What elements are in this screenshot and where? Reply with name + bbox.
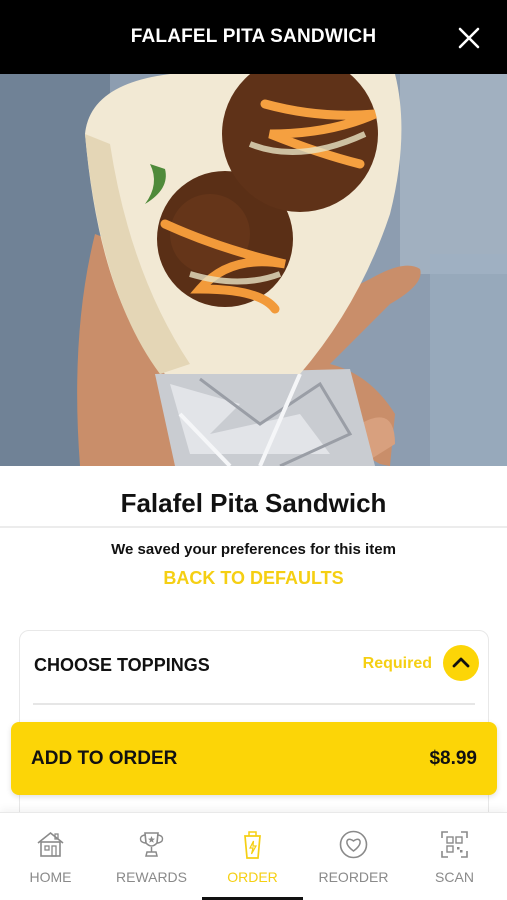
back-to-defaults-link[interactable]: BACK TO DEFAULTS — [0, 568, 507, 589]
tab-rewards[interactable]: REWARDS — [101, 813, 202, 900]
tab-scan[interactable]: SCAN — [404, 813, 505, 900]
tab-reorder[interactable]: REORDER — [303, 813, 404, 900]
tab-home[interactable]: HOME — [0, 813, 101, 900]
tab-home-label: HOME — [29, 869, 72, 885]
saved-preferences-text: We saved your preferences for this item — [111, 541, 396, 558]
trophy-icon — [139, 832, 164, 857]
bottom-tab-bar: HOME REWARDS ORDER REORDER SCAN — [0, 812, 507, 900]
price: $8.99 — [429, 748, 477, 769]
tab-order-label: ORDER — [227, 869, 278, 885]
divider — [0, 526, 507, 528]
close-icon[interactable] — [457, 26, 481, 50]
add-to-order-button[interactable]: ADD TO ORDER $8.99 — [11, 722, 497, 795]
add-to-order-label: ADD TO ORDER — [31, 748, 178, 769]
section-divider — [33, 703, 475, 705]
top-bar: FALAFEL PITA SANDWICH — [0, 0, 507, 74]
house-icon — [37, 831, 64, 857]
heart-icon — [339, 830, 368, 859]
tab-scan-label: SCAN — [435, 869, 474, 885]
product-image — [0, 74, 507, 466]
tab-reorder-label: REORDER — [318, 869, 389, 885]
tab-order[interactable]: ORDER — [202, 813, 303, 900]
required-badge: Required — [362, 655, 432, 672]
item-name: Falafel Pita Sandwich — [120, 488, 387, 518]
tab-rewards-label: REWARDS — [115, 869, 188, 885]
qr-code-icon — [441, 831, 468, 858]
toppings-label: CHOOSE TOPPINGS — [34, 655, 210, 675]
page-title: FALAFEL PITA SANDWICH — [130, 26, 377, 47]
cup-icon — [244, 831, 261, 859]
chevron-up-icon[interactable] — [443, 645, 479, 681]
